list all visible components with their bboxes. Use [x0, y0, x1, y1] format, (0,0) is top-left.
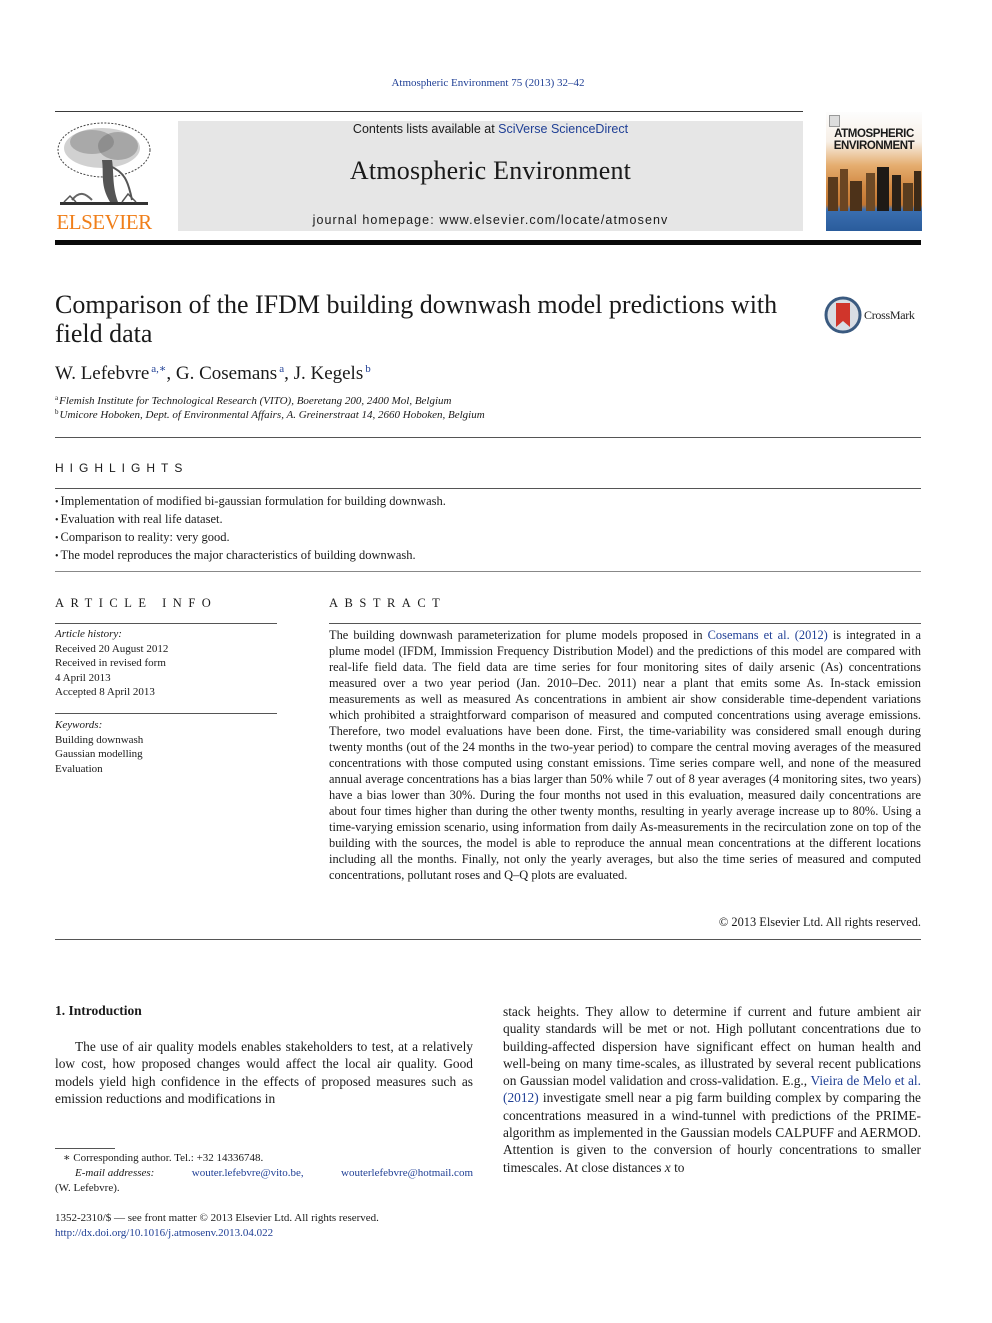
body-text: investigate smell near a pig farm buildi… [503, 1090, 921, 1175]
doi-link[interactable]: http://dx.doi.org/10.1016/j.atmosenv.201… [55, 1227, 273, 1239]
crossmark-label: CrossMark [864, 308, 915, 322]
affiliation-b: bUmicore Hoboken, Dept. of Environmental… [55, 408, 485, 421]
affiliation-mark: a [55, 394, 59, 402]
article-history-label: Article history: [55, 628, 122, 640]
keyword: Gaussian modelling [55, 748, 143, 760]
crossmark-button[interactable]: CrossMark [824, 296, 924, 336]
sciencedirect-link[interactable]: SciVerse ScienceDirect [498, 122, 628, 136]
journal-title: Atmospheric Environment [349, 156, 632, 185]
header-bottom-rule [55, 240, 921, 245]
keywords: Keywords: Building downwash Gaussian mod… [55, 718, 277, 776]
author-name[interactable]: W. Lefebvre [55, 363, 149, 384]
article-title: Comparison of the IFDM building downwash… [55, 290, 778, 348]
article-history: Article history: Received 20 August 2012… [55, 627, 277, 700]
highlight-item: Evaluation with real life dataset. [55, 511, 921, 529]
highlight-item: Implementation of modified bi-gaussian f… [55, 493, 921, 511]
author-affiliation-mark[interactable]: b [365, 363, 371, 375]
journal-citation-link[interactable]: Atmospheric Environment 75 (2013) 32–42 [0, 77, 976, 89]
author-name[interactable]: J. Kegels [294, 363, 364, 384]
divider [329, 623, 921, 624]
copyright-notice: © 2013 Elsevier Ltd. All rights reserved… [718, 915, 921, 929]
elsevier-wordmark: ELSEVIER [56, 210, 152, 234]
keyword: Evaluation [55, 762, 103, 775]
divider [55, 713, 277, 714]
front-matter: 1352-2310/$ — see front matter © 2013 El… [55, 1211, 473, 1241]
keyword: Building downwash [55, 733, 144, 746]
journal-homepage[interactable]: journal homepage: www.elsevier.com/locat… [178, 213, 803, 227]
cover-title-line2: ENVIRONMENT [833, 140, 915, 152]
footnote-rule [55, 1148, 115, 1149]
affiliation-mark: b [55, 408, 59, 416]
journal-cover-image[interactable]: ATMOSPHERIC ENVIRONMENT [826, 112, 922, 231]
tree-icon [57, 122, 151, 205]
author-list: W. Lefebvre a,∗, G. Cosemans a, J. Kegels b [55, 363, 371, 384]
body-text: to [670, 1159, 685, 1175]
email-line: E-mail addresses: wouter.lefebvre@vito.b… [55, 1166, 473, 1181]
history-entry: Received in revised form [55, 657, 166, 669]
article-info-heading: ARTICLE INFO [55, 596, 218, 610]
divider [55, 939, 921, 940]
contents-prefix: Contents lists available at [352, 122, 499, 136]
history-entry: 4 April 2013 [55, 671, 111, 684]
affiliation-text: Flemish Institute for Technological Rese… [59, 395, 452, 407]
cover-title: ATMOSPHERIC ENVIRONMENT [826, 128, 922, 152]
abstract-body: The building downwash parameterization f… [329, 627, 921, 883]
email-link[interactable]: wouter.lefebvre@vito.be, [192, 1166, 304, 1181]
divider [55, 437, 921, 438]
author-name[interactable]: G. Cosemans [176, 363, 277, 384]
front-matter-text: 1352-2310/$ — see front matter © 2013 El… [55, 1212, 379, 1224]
intro-right-column: stack heights. They allow to determine i… [503, 1003, 921, 1176]
divider [55, 623, 277, 624]
cover-title-line1: ATMOSPHERIC [834, 128, 914, 140]
section-heading: 1. Introduction [55, 1003, 142, 1018]
abstract-heading: ABSTRACT [329, 596, 447, 610]
keywords-label: Keywords: [55, 719, 103, 731]
history-entry: Accepted 8 April 2013 [55, 686, 155, 698]
highlights-list: Implementation of modified bi-gaussian f… [55, 493, 921, 565]
author-affiliation-mark[interactable]: a [279, 363, 284, 375]
affiliation-text: Umicore Hoboken, Dept. of Environmental … [59, 409, 485, 421]
highlights-heading: HIGHLIGHTS [55, 461, 189, 475]
divider [55, 488, 921, 489]
abstract-text: The building downwash parameterization f… [329, 628, 708, 642]
highlight-item: The model reproduces the major character… [55, 547, 921, 565]
email-link[interactable]: wouterlefebvre@hotmail.com [341, 1166, 473, 1181]
corresponding-author-note: ∗ Corresponding author. Tel.: +32 143367… [63, 1152, 264, 1164]
highlight-item: Comparison to reality: very good. [55, 529, 921, 547]
footnotes: ∗ Corresponding author. Tel.: +32 143367… [55, 1151, 473, 1196]
abstract-text: is integrated in a plume model (IFDM, Im… [329, 628, 921, 882]
author-affiliation-mark[interactable]: a,∗ [151, 363, 166, 375]
divider [55, 571, 921, 572]
city-skyline-icon [828, 167, 921, 211]
affiliation-a: aFlemish Institute for Technological Res… [55, 394, 452, 407]
history-entry: Received 20 August 2012 [55, 642, 169, 655]
cover-elsevier-icon [829, 115, 840, 127]
crossmark-icon [824, 296, 862, 334]
email-owner: (W. Lefebvre). [55, 1182, 120, 1194]
header-top-rule [55, 111, 803, 112]
citation-link[interactable]: Cosemans et al. (2012) [708, 628, 828, 642]
intro-left-column: The use of air quality models enables st… [55, 1039, 473, 1106]
contents-availability: Contents lists available at SciVerse Sci… [178, 122, 803, 136]
email-label: E-mail addresses: [75, 1167, 155, 1179]
